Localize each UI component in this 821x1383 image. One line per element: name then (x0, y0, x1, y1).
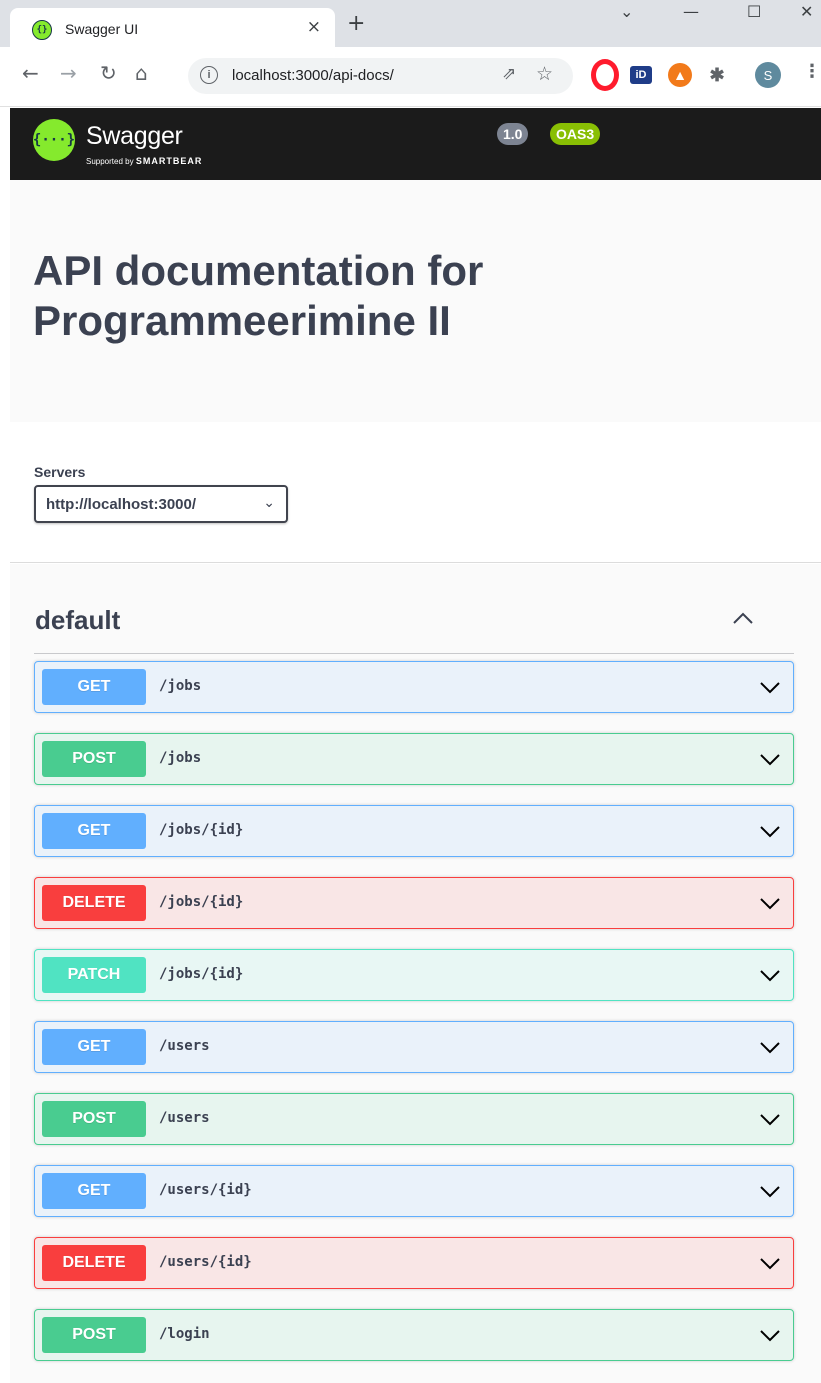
operation-path[interactable]: /users (159, 1110, 210, 1126)
operation-path[interactable]: /users (159, 1038, 210, 1054)
expand-chevron-down-icon[interactable] (758, 678, 782, 696)
supported-by-text: Supported by (86, 157, 134, 166)
servers-label: Servers (34, 464, 86, 480)
expand-chevron-down-icon[interactable] (758, 1182, 782, 1200)
reload-icon[interactable]: ↻ (100, 61, 117, 85)
method-badge[interactable]: PATCH (42, 957, 146, 993)
operation-path[interactable]: /users/{id} (159, 1254, 252, 1270)
tag-name[interactable]: default (35, 605, 120, 636)
window-close-icon[interactable]: ✕ (800, 2, 813, 21)
servers-section: Servers http://localhost:3000/ ⌄ (10, 422, 821, 563)
api-title-line2: Programmeerimine II (33, 297, 451, 344)
tag-divider (34, 653, 794, 654)
profile-avatar[interactable]: S (755, 62, 781, 88)
oas-badge: OAS3 (550, 123, 601, 145)
operation-path[interactable]: /users/{id} (159, 1182, 252, 1198)
method-badge[interactable]: GET (42, 1173, 146, 1209)
browser-toolbar: ← → ↻ ⌂ i localhost:3000/api-docs/ ⇗ ☆ i… (0, 47, 821, 107)
tab-search-chevron-icon[interactable]: ⌄ (620, 2, 633, 21)
api-info: API documentation for Programmeerimine I… (10, 180, 821, 422)
operations-section: default GET/jobs POST/jobs GET/jobs/{id} DE… (10, 564, 821, 1383)
expand-chevron-down-icon[interactable] (758, 822, 782, 840)
opblock-get[interactable]: GET/users (34, 1021, 794, 1073)
opera-extension-icon[interactable] (591, 59, 619, 91)
opblock-get[interactable]: GET/users/{id} (34, 1165, 794, 1217)
url-text[interactable]: localhost:3000/api-docs/ (232, 67, 394, 84)
site-info-icon[interactable]: i (200, 66, 218, 84)
operation-path[interactable]: /jobs/{id} (159, 894, 243, 910)
server-selected-value[interactable]: http://localhost:3000/ (46, 496, 196, 513)
operation-path[interactable]: /jobs/{id} (159, 966, 243, 982)
method-badge[interactable]: GET (42, 1029, 146, 1065)
operation-path[interactable]: /jobs (159, 678, 201, 694)
expand-chevron-down-icon[interactable] (758, 750, 782, 768)
expand-chevron-down-icon[interactable] (758, 966, 782, 984)
chevron-down-icon[interactable]: ⌄ (263, 495, 275, 511)
opblock-post[interactable]: POST/users (34, 1093, 794, 1145)
opblock-delete[interactable]: DELETE/users/{id} (34, 1237, 794, 1289)
back-arrow-icon[interactable]: ← (22, 61, 39, 85)
maximize-icon[interactable]: ☐ (747, 2, 761, 21)
tab-title: Swagger UI (65, 21, 139, 37)
new-tab-button[interactable]: + (347, 11, 365, 36)
expand-chevron-down-icon[interactable] (758, 1110, 782, 1128)
expand-chevron-down-icon[interactable] (758, 1254, 782, 1272)
smartbear-text: SMARTBEAR (135, 156, 203, 166)
id-extension-icon[interactable]: iD (630, 66, 652, 84)
opblock-post[interactable]: POST/jobs (34, 733, 794, 785)
opblock-delete[interactable]: DELETE/jobs/{id} (34, 877, 794, 929)
browser-tab-bar: {} Swagger UI × + ⌄ — ☐ ✕ (0, 0, 821, 47)
swagger-favicon-icon: {} (32, 20, 52, 40)
orange-extension-icon[interactable]: ▲ (668, 63, 692, 87)
api-title: API documentation for Programmeerimine I… (33, 246, 483, 346)
opblock-get[interactable]: GET/jobs/{id} (34, 805, 794, 857)
expand-chevron-down-icon[interactable] (758, 1326, 782, 1344)
expand-chevron-down-icon[interactable] (758, 1038, 782, 1056)
method-badge[interactable]: GET (42, 669, 146, 705)
method-badge[interactable]: DELETE (42, 1245, 146, 1281)
share-icon[interactable]: ⇗ (502, 64, 516, 84)
supported-by-smartbear: Supported by SMARTBEAR (86, 156, 202, 166)
collapse-chevron-up-icon[interactable] (731, 607, 755, 629)
forward-arrow-icon[interactable]: → (60, 61, 77, 85)
minimize-icon[interactable]: — (683, 2, 699, 21)
tab-close-icon[interactable]: × (307, 17, 321, 37)
expand-chevron-down-icon[interactable] (758, 894, 782, 912)
server-select[interactable]: http://localhost:3000/ ⌄ (34, 485, 288, 523)
version-badge: 1.0 (497, 123, 529, 145)
browser-tab[interactable]: {} Swagger UI × (10, 8, 335, 47)
opblock-get[interactable]: GET/jobs (34, 661, 794, 713)
swagger-brand[interactable]: Swagger (86, 122, 183, 151)
method-badge[interactable]: POST (42, 1101, 146, 1137)
browser-menu-icon[interactable]: ⋮ (803, 61, 821, 82)
swagger-logo-icon[interactable]: {···} (33, 119, 75, 161)
swagger-topbar: {···} Swagger Supported by SMARTBEAR (10, 108, 821, 180)
operation-path[interactable]: /jobs/{id} (159, 822, 243, 838)
method-badge[interactable]: POST (42, 741, 146, 777)
operation-path[interactable]: /login (159, 1326, 210, 1342)
bookmark-star-icon[interactable]: ☆ (536, 63, 553, 85)
method-badge[interactable]: GET (42, 813, 146, 849)
address-bar[interactable]: i localhost:3000/api-docs/ ⇗ ☆ (188, 58, 573, 94)
operation-path[interactable]: /jobs (159, 750, 201, 766)
api-title-line1: API documentation for (33, 247, 484, 294)
method-badge[interactable]: POST (42, 1317, 146, 1353)
opblock-post[interactable]: POST/login (34, 1309, 794, 1361)
extensions-puzzle-icon[interactable]: ✱ (705, 63, 729, 87)
opblock-patch[interactable]: PATCH/jobs/{id} (34, 949, 794, 1001)
method-badge[interactable]: DELETE (42, 885, 146, 921)
home-icon[interactable]: ⌂ (135, 61, 148, 85)
